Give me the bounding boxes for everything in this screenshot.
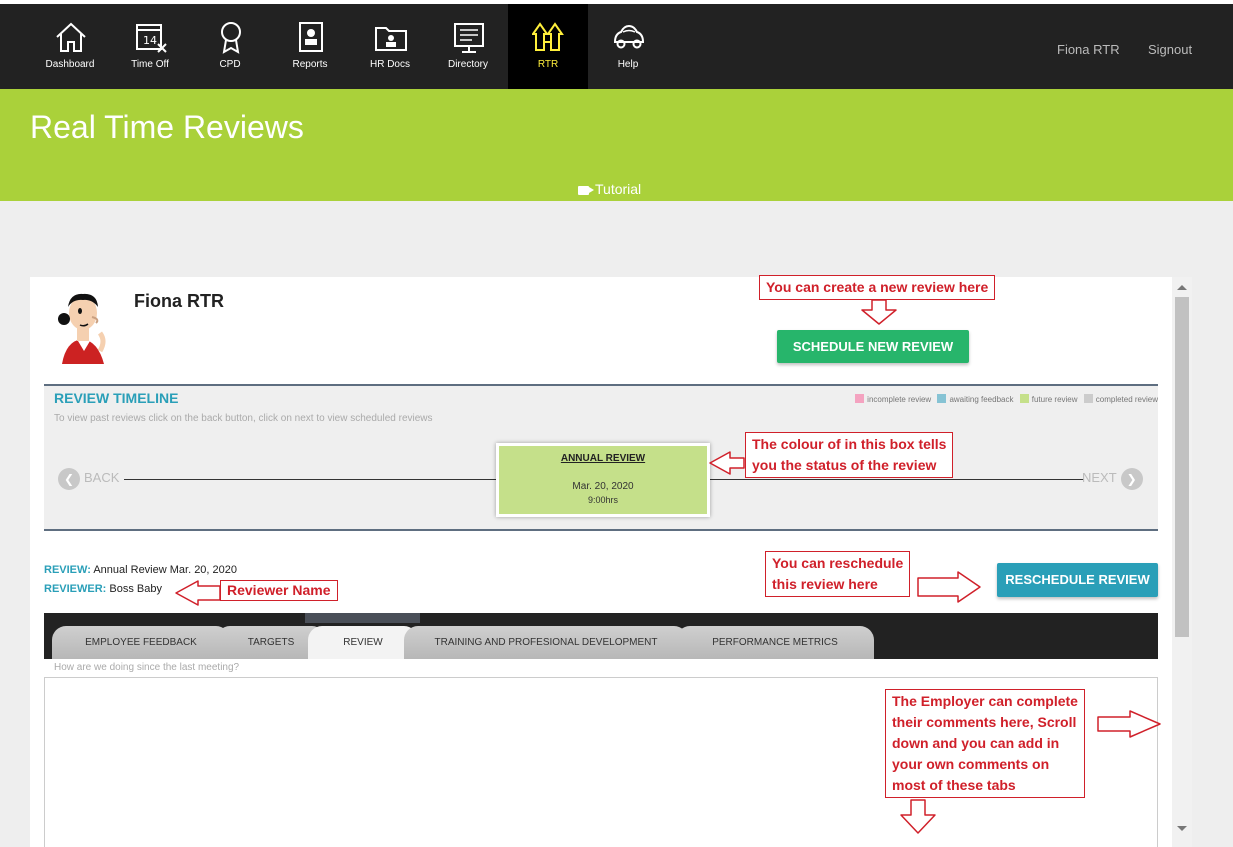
arrow-right-icon — [1097, 710, 1161, 738]
arrow-down-icon — [900, 799, 936, 834]
arrow-left-icon — [175, 580, 221, 606]
arrow-right-icon — [917, 571, 981, 603]
arrow-left-icon — [709, 451, 745, 475]
annotation-arrows — [175, 299, 1161, 834]
arrow-down-icon — [861, 299, 897, 325]
